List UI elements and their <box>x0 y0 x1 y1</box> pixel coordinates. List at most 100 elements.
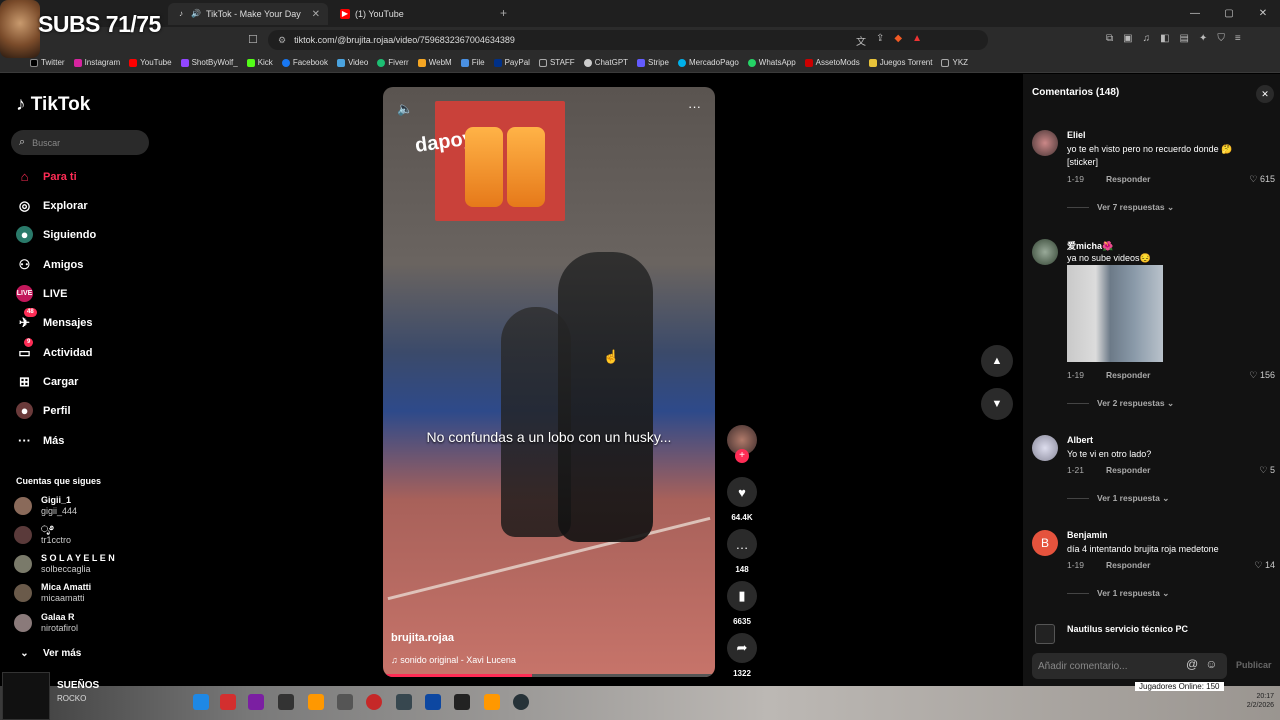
bookmark-whatsapp[interactable]: WhatsApp <box>747 58 796 67</box>
tab-tiktok[interactable]: ♪ 🔊 TikTok - Make Your Day ✕ <box>168 3 328 25</box>
bookmark-juegos-torrent[interactable]: Juegos Torrent <box>868 58 932 67</box>
share-icon[interactable]: ⇪ <box>876 33 884 48</box>
following-account[interactable]: Mica Amatti micaamatti <box>14 582 91 604</box>
bookmark-stripe[interactable]: Stripe <box>637 58 669 67</box>
nav-perfil[interactable]: ● Perfil <box>16 402 71 419</box>
new-tab-icon[interactable]: + <box>500 6 507 20</box>
system-tray[interactable]: 20:17 2/2/2026 <box>1247 692 1274 710</box>
site-settings-icon[interactable]: ⚙ <box>278 35 286 46</box>
previous-video-button[interactable]: ▲ <box>981 345 1013 377</box>
bookmark-youtube[interactable]: YouTube <box>129 58 172 67</box>
see-more-button[interactable]: ⌄ Ver más <box>16 645 81 662</box>
app-icon[interactable] <box>454 694 470 710</box>
reply-button[interactable]: Responder <box>1106 465 1150 475</box>
bookmark-kick[interactable]: Kick <box>246 58 273 67</box>
bookmark-twitter[interactable]: Twitter <box>30 58 65 67</box>
like-button[interactable]: ♥ 64.4K <box>726 477 758 522</box>
publish-button[interactable]: Publicar <box>1236 660 1272 670</box>
menu-icon[interactable]: ≡ <box>1235 33 1241 44</box>
following-account[interactable]: ೃ࿔ tr1cctro <box>14 524 71 546</box>
bookmark-chatgpt[interactable]: ChatGPT <box>583 58 628 67</box>
maximize-icon[interactable]: ▢ <box>1212 8 1246 19</box>
more-options-icon[interactable]: ··· <box>688 99 701 114</box>
nav-para-ti[interactable]: ⌂ Para ti <box>16 168 77 185</box>
app-icon[interactable] <box>484 694 500 710</box>
search-input[interactable]: ⌕ Buscar <box>11 130 149 155</box>
nav-explorar[interactable]: ◎ Explorar <box>16 197 88 214</box>
sidebar-icon[interactable]: ◧ <box>1160 33 1169 44</box>
bookmark-shotbywolf[interactable]: ShotByWolf_ <box>180 58 238 67</box>
avatar[interactable] <box>1035 624 1055 644</box>
rewards-icon[interactable]: ▲ <box>912 33 922 48</box>
bookmark-fiverr[interactable]: Fiverr <box>377 58 409 67</box>
share-button[interactable]: ➦ 1322 <box>726 633 758 678</box>
bookmark-instagram[interactable]: Instagram <box>73 58 120 67</box>
app-icon[interactable] <box>513 694 529 710</box>
nav-amigos[interactable]: ⚇ Amigos <box>16 256 84 273</box>
vpn-icon[interactable]: ⛉ <box>1217 33 1225 44</box>
close-comments-icon[interactable]: ✕ <box>1256 85 1274 103</box>
reply-button[interactable]: Responder <box>1106 370 1150 380</box>
app-icon[interactable] <box>278 694 294 710</box>
bookmark-assetomods[interactable]: AssetoMods <box>804 58 860 67</box>
translate-icon[interactable]: 文 <box>856 33 866 48</box>
tab-youtube[interactable]: ▶ (1) YouTube <box>332 3 492 25</box>
avatar[interactable]: B <box>1032 530 1058 556</box>
nav-mensajes[interactable]: ✈ 48 Mensajes <box>16 308 93 331</box>
avatar[interactable] <box>1032 435 1058 461</box>
bookmark-file[interactable]: File <box>460 58 485 67</box>
extensions-icon[interactable]: ⧉ <box>1106 33 1113 44</box>
volume-icon[interactable]: 🔈 <box>397 101 413 117</box>
app-icon[interactable] <box>193 694 209 710</box>
comment-sticker-image[interactable] <box>1067 265 1163 362</box>
ai-icon[interactable]: ✦ <box>1199 33 1207 44</box>
reply-button[interactable]: Responder <box>1106 560 1150 570</box>
bookmark-icon[interactable]: ☐ <box>248 33 258 46</box>
save-button[interactable]: ▮ 6635 <box>726 581 758 626</box>
following-account[interactable]: Galaa Rnirotafirol <box>14 612 78 634</box>
bookmark-staff[interactable]: STAFF <box>538 58 575 67</box>
video-progress-bar[interactable] <box>383 674 715 677</box>
bookmark-video[interactable]: Video <box>336 58 368 67</box>
app-icon[interactable] <box>220 694 236 710</box>
video-sound[interactable]: ♫ sonido original - Xavi Lucena <box>391 655 516 665</box>
reply-button[interactable]: Responder <box>1106 174 1150 184</box>
mention-icon[interactable]: @ <box>1186 657 1198 671</box>
app-icon[interactable] <box>248 694 264 710</box>
bookmark-paypal[interactable]: PayPal <box>493 58 530 67</box>
minimize-icon[interactable]: — <box>1178 8 1212 19</box>
follow-plus-icon[interactable]: + <box>735 449 749 463</box>
comment-button[interactable]: … 148 <box>726 529 758 574</box>
app-icon[interactable] <box>308 694 324 710</box>
bookmark-ykz[interactable]: YKZ <box>941 58 968 67</box>
emoji-icon[interactable]: ☺ <box>1205 657 1217 671</box>
avatar[interactable] <box>1032 239 1058 265</box>
video-player[interactable]: dapoy 🔈 ··· No confundas a un lobo con u… <box>383 87 715 677</box>
music-icon[interactable]: ♫ <box>1143 33 1151 44</box>
next-video-button[interactable]: ▼ <box>981 388 1013 420</box>
video-author[interactable]: brujita.rojaa <box>391 632 454 644</box>
comment-like[interactable]: ♡ 156 <box>1249 370 1275 381</box>
app-icon[interactable] <box>396 694 412 710</box>
photoshop-icon[interactable] <box>425 694 441 710</box>
brave-shield-icon[interactable]: ◆ <box>894 33 902 48</box>
comment-like[interactable]: ♡ 615 <box>1249 174 1275 185</box>
close-window-icon[interactable]: ✕ <box>1246 8 1280 19</box>
view-replies-button[interactable]: Ver 7 respuestas ⌄ <box>1067 202 1174 213</box>
bookmark-facebook[interactable]: Facebook <box>281 58 328 67</box>
tiktok-logo[interactable]: ♪ TikTok <box>16 94 90 116</box>
nav-mas[interactable]: ··· Más <box>16 432 64 449</box>
nav-actividad[interactable]: ▭ 9 Actividad <box>16 338 93 361</box>
nav-live[interactable]: LIVE LIVE <box>16 285 67 302</box>
bookmark-webm[interactable]: WebM <box>417 58 452 67</box>
nav-cargar[interactable]: ⊞ Cargar <box>16 373 78 390</box>
following-account[interactable]: S O L A Y E L E Nsolbeccaglia <box>14 553 115 575</box>
comment-like[interactable]: ♡ 14 <box>1254 560 1275 571</box>
view-replies-button[interactable]: Ver 1 respuesta ⌄ <box>1067 588 1169 599</box>
view-replies-button[interactable]: Ver 2 respuestas ⌄ <box>1067 398 1174 409</box>
wallet-icon[interactable]: ▤ <box>1180 33 1189 44</box>
view-replies-button[interactable]: Ver 1 respuesta ⌄ <box>1067 493 1169 504</box>
nav-siguiendo[interactable]: ● Siguiendo <box>16 226 96 243</box>
screenshot-icon[interactable]: ▣ <box>1123 33 1132 44</box>
app-icon[interactable] <box>366 694 382 710</box>
